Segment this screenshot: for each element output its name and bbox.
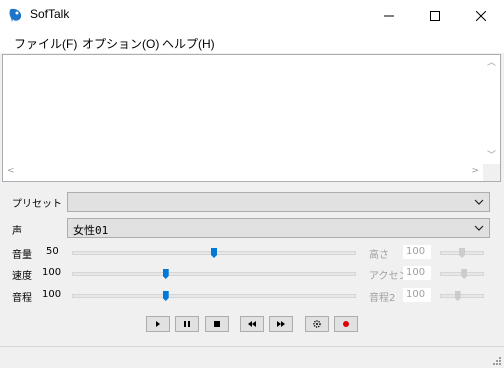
height-value: 100 xyxy=(406,246,426,257)
maximize-icon xyxy=(430,10,440,21)
speed-slider-thumb[interactable] xyxy=(162,269,169,279)
play-icon xyxy=(156,321,160,327)
speed-slider-track[interactable] xyxy=(72,272,356,276)
pause-button[interactable] xyxy=(175,316,199,332)
settings-button[interactable] xyxy=(305,316,329,332)
menu-help[interactable]: ヘルプ(H) xyxy=(162,35,215,52)
scroll-corner xyxy=(483,164,500,181)
title-bar: SofTalk xyxy=(0,0,504,31)
voice-label: 声 xyxy=(12,226,22,237)
pitch2-slider-thumb xyxy=(454,291,461,301)
stop-button[interactable] xyxy=(205,316,229,332)
speed-label: 速度 xyxy=(12,271,32,282)
scroll-left-icon[interactable]: < xyxy=(7,167,15,176)
stop-icon xyxy=(214,321,220,327)
scroll-right-icon[interactable]: > xyxy=(471,167,479,176)
height-slider-thumb xyxy=(459,248,465,258)
gear-icon xyxy=(313,320,321,328)
speed-value: 100 xyxy=(42,267,62,278)
volume-label: 音量 xyxy=(12,250,32,261)
chevron-down-icon xyxy=(474,199,484,205)
fast-forward-button[interactable] xyxy=(269,316,293,332)
scroll-up-icon[interactable]: ︿ xyxy=(487,59,496,68)
pitch2-slider-track xyxy=(440,294,484,298)
accent-value-box: 100 xyxy=(403,266,431,280)
play-button[interactable] xyxy=(146,316,170,332)
height-value-box: 100 xyxy=(403,245,431,259)
pitch-label: 音程 xyxy=(12,293,32,304)
menu-bar: ファイル(F) オプション(O) ヘルプ(H) xyxy=(0,31,504,53)
record-button[interactable] xyxy=(334,316,358,332)
scroll-down-icon[interactable]: ﹀ xyxy=(487,152,496,161)
maximize-button[interactable] xyxy=(412,0,458,31)
pitch2-value: 100 xyxy=(406,289,426,300)
chevron-down-icon xyxy=(474,225,484,231)
status-bar xyxy=(0,346,504,368)
rewind-button[interactable] xyxy=(240,316,264,332)
pause-icon xyxy=(184,321,190,327)
volume-value: 50 xyxy=(46,246,59,257)
pitch-slider-thumb[interactable] xyxy=(162,291,169,301)
minimize-icon xyxy=(384,15,394,16)
close-button[interactable] xyxy=(458,0,504,31)
voice-value: 女性01 xyxy=(73,224,109,237)
resize-grip-icon[interactable] xyxy=(490,354,502,366)
accent-slider-thumb xyxy=(461,269,468,279)
horizontal-scrollbar[interactable]: < > xyxy=(3,164,483,181)
menu-options[interactable]: オプション(O) xyxy=(82,35,159,52)
volume-slider-thumb[interactable] xyxy=(211,248,217,258)
voice-dropdown[interactable]: 女性01 xyxy=(67,218,490,238)
close-icon xyxy=(476,10,486,21)
height-label: 高さ xyxy=(369,250,389,261)
softalk-app-icon xyxy=(9,8,22,22)
rewind-icon xyxy=(248,321,256,327)
menu-file[interactable]: ファイル(F) xyxy=(14,35,77,52)
pitch-value: 100 xyxy=(42,289,62,300)
speech-text-input[interactable]: ︿ ﹀ < > xyxy=(2,54,501,182)
preset-label: プリセット xyxy=(12,199,62,210)
pitch-slider-track[interactable] xyxy=(72,294,356,298)
pitch2-value-box: 100 xyxy=(403,288,431,302)
window-title: SofTalk xyxy=(30,7,70,21)
minimize-button[interactable] xyxy=(366,0,412,31)
record-icon xyxy=(343,321,349,327)
pitch2-label: 音程2 xyxy=(369,293,396,304)
fast-forward-icon xyxy=(277,321,285,327)
accent-value: 100 xyxy=(406,267,426,278)
vertical-scrollbar[interactable]: ︿ ﹀ xyxy=(483,55,500,165)
preset-dropdown[interactable] xyxy=(67,192,490,212)
